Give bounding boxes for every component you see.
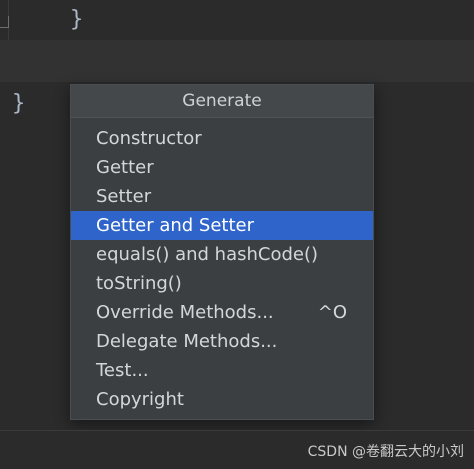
watermark: CSDN @卷翻云大的小刘: [307, 444, 464, 460]
menu-item-delegate-methods[interactable]: Delegate Methods...: [71, 327, 373, 356]
menu-item-test[interactable]: Test...: [71, 356, 373, 385]
menu-item-setter[interactable]: Setter: [71, 182, 373, 211]
menu-item-getter-and-setter[interactable]: Getter and Setter: [71, 211, 373, 240]
menu-item-label: toString(): [96, 273, 182, 294]
menu-item-copyright[interactable]: Copyright: [71, 385, 373, 414]
menu-item-label: Getter and Setter: [96, 215, 255, 236]
gutter: [0, 0, 9, 40]
generate-popup: Generate Constructor Getter Setter Gette…: [70, 84, 374, 420]
menu-item-label: Test...: [96, 360, 149, 381]
menu-item-label: Constructor: [96, 128, 202, 149]
current-line-highlight: [0, 40, 474, 82]
menu-item-label: Delegate Methods...: [96, 331, 278, 352]
menu-item-label: Override Methods...: [96, 302, 274, 323]
shortcut-hint: ^O: [317, 302, 347, 323]
menu-item-tostring[interactable]: toString(): [71, 269, 373, 298]
menu-item-label: Copyright: [96, 389, 184, 410]
menu-item-getter[interactable]: Getter: [71, 153, 373, 182]
code-line-closing-brace-outer: }: [12, 91, 26, 116]
menu-item-label: Setter: [96, 186, 152, 207]
menu-item-label: equals() and hashCode(): [96, 244, 319, 265]
code-line-closing-brace: }: [70, 7, 84, 32]
menu-item-equals-hashcode[interactable]: equals() and hashCode(): [71, 240, 373, 269]
fold-marker-icon[interactable]: [0, 16, 9, 28]
menu-item-override-methods[interactable]: Override Methods... ^O: [71, 298, 373, 327]
popup-title: Generate: [71, 85, 373, 118]
menu-item-label: Getter: [96, 157, 154, 178]
generate-menu-list: Constructor Getter Setter Getter and Set…: [71, 124, 373, 414]
menu-item-constructor[interactable]: Constructor: [71, 124, 373, 153]
